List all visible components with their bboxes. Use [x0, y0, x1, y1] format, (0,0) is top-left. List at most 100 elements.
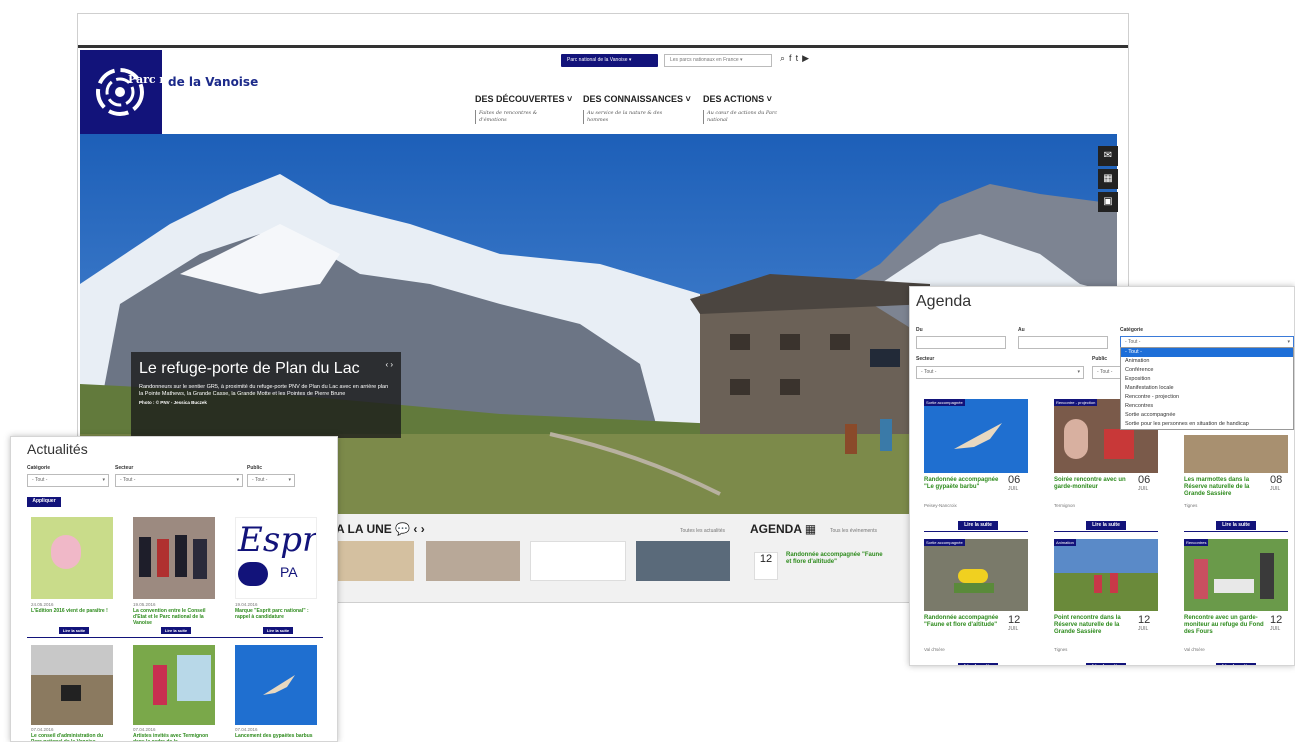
- event-date: 12 JUIL: [1138, 614, 1151, 633]
- read-more-button[interactable]: Lire la suite: [1086, 663, 1126, 665]
- read-more-button[interactable]: Lire la suite: [1086, 521, 1126, 530]
- news-title[interactable]: Le conseil d'administration du Parc nati…: [31, 733, 115, 741]
- news-date: 24.05.2016: [31, 602, 54, 607]
- news-thumb[interactable]: [636, 541, 730, 581]
- dropdown-option[interactable]: Conférence: [1121, 366, 1293, 375]
- event-title[interactable]: Randonnée accompagnée "Faune et flore d'…: [924, 615, 1000, 629]
- read-more-button[interactable]: Lire la suite: [161, 627, 191, 634]
- news-image[interactable]: Espr PA: [235, 517, 317, 599]
- bird-icon: [263, 675, 295, 695]
- youtube-icon[interactable]: ▶: [802, 53, 813, 63]
- agenda-item-title[interactable]: Randonnée accompagnée "Faune et flore d'…: [786, 552, 886, 566]
- news-image[interactable]: [31, 517, 113, 599]
- hero-title: Le refuge-porte de Plan du Lac: [139, 360, 360, 377]
- menu-decouvertes-sub: Faites de rencontres & d'émotions: [475, 110, 555, 124]
- event-tag: Rencontres: [1184, 539, 1209, 546]
- dropdown-option[interactable]: Sortie pour les personnes en situation d…: [1121, 420, 1293, 429]
- event-image[interactable]: [924, 539, 1028, 611]
- au-label: Au: [1018, 327, 1025, 333]
- news-title[interactable]: Lancement des gypaètes barbus: [235, 733, 319, 739]
- read-more-button[interactable]: Lire la suite: [1216, 521, 1256, 530]
- event-tag: Sortie accompagnée: [924, 539, 965, 546]
- gypaete-bird-icon: [954, 423, 1002, 449]
- event-date: 06 JUIL: [1138, 474, 1151, 493]
- news-title[interactable]: L'Edition 2016 vient de paraître !: [31, 608, 115, 614]
- filter-secteur-label: Secteur: [115, 465, 134, 471]
- search-icon[interactable]: ⌕: [780, 53, 789, 63]
- parc-selector-button[interactable]: Parc national de la Vanoise ▾: [561, 54, 658, 67]
- event-image[interactable]: [1184, 435, 1288, 473]
- news-image[interactable]: [133, 517, 215, 599]
- categorie-label: Catégorie: [1120, 327, 1144, 333]
- image-icon[interactable]: ▣: [1098, 192, 1118, 212]
- filter-public-select[interactable]: - Tout - ▾: [247, 474, 295, 487]
- slider-arrows-icon[interactable]: ‹ ›: [385, 360, 393, 369]
- read-more-button[interactable]: Lire la suite: [958, 521, 998, 530]
- news-thumb[interactable]: [530, 541, 626, 581]
- top-bar: [78, 14, 1128, 48]
- news-image[interactable]: [31, 645, 113, 725]
- news-date: 07.04.2016: [133, 727, 156, 732]
- au-input[interactable]: [1018, 336, 1108, 349]
- public-label: Public: [1092, 356, 1108, 362]
- news-title[interactable]: La convention entre le Conseil d'Etat et…: [133, 608, 217, 626]
- event-place: Val d'Isère: [1184, 647, 1205, 652]
- event-title[interactable]: Randonnée accompagnée "Le gypaète barbu": [924, 477, 1000, 491]
- secteur-select[interactable]: - Tout - ▾: [916, 366, 1084, 379]
- dropdown-option[interactable]: Rencontres: [1121, 402, 1293, 411]
- logo-text: Parc national: [128, 73, 162, 86]
- divider: [1054, 531, 1158, 532]
- news-thumb[interactable]: [426, 541, 520, 581]
- menu-actions[interactable]: DES ACTIONS ˅: [703, 94, 772, 104]
- public-select[interactable]: - Tout -: [1092, 366, 1122, 379]
- event-date: 12 JUIL: [1270, 614, 1283, 633]
- dropdown-option[interactable]: Animation: [1121, 357, 1293, 366]
- read-more-button[interactable]: Lire la suite: [1216, 663, 1256, 665]
- side-toolbar: ✉ ▦ ▣: [1098, 146, 1118, 215]
- event-date: 06 JUIL: [1008, 474, 1021, 493]
- toutes-actualites-link[interactable]: Toutes les actualités: [680, 528, 725, 534]
- event-title[interactable]: Rencontre avec un garde-moniteur au refu…: [1184, 615, 1264, 636]
- news-title[interactable]: Artistes invités avec Termignon dans la …: [133, 733, 217, 741]
- actualites-panel: Actualités Catégorie - Tout - ▾ Secteur -…: [10, 436, 338, 742]
- du-input[interactable]: [916, 336, 1006, 349]
- menu-connaissances[interactable]: DES CONNAISSANCES ˅: [583, 94, 691, 104]
- event-image[interactable]: [1184, 539, 1288, 611]
- filter-secteur-select[interactable]: - Tout - ▾: [115, 474, 243, 487]
- news-date: 07.04.2016: [235, 727, 258, 732]
- news-thumb[interactable]: [336, 541, 414, 581]
- calendar-icon[interactable]: ▦: [1098, 169, 1118, 189]
- agenda-panel: Agenda Du Au Catégorie - Tout - ▾ Secteur…: [909, 286, 1295, 666]
- read-more-button[interactable]: Lire la suite: [59, 627, 89, 634]
- filter-public-label: Public: [247, 465, 263, 471]
- parcs-france-select[interactable]: Les parcs nationaux en France ▾: [664, 54, 772, 67]
- event-title[interactable]: Soirée rencontre avec un garde-moniteur: [1054, 477, 1130, 491]
- social-links: ⌕ft▶: [780, 53, 813, 64]
- apply-button[interactable]: Appliquer: [27, 497, 61, 507]
- read-more-button[interactable]: Lire la suite: [263, 627, 293, 634]
- dropdown-option[interactable]: Rencontre - projection: [1121, 393, 1293, 402]
- menu-decouvertes[interactable]: DES DÉCOUVERTES ˅: [475, 94, 572, 104]
- dropdown-option[interactable]: Exposition: [1121, 375, 1293, 384]
- tous-evenements-link[interactable]: Tous les événements: [830, 528, 877, 534]
- dropdown-option[interactable]: Manifestation locale: [1121, 384, 1293, 393]
- categorie-dropdown[interactable]: - Tout - Animation Conférence Exposition…: [1120, 347, 1294, 430]
- logo[interactable]: Parc national: [80, 50, 162, 134]
- event-image[interactable]: [1054, 539, 1158, 611]
- dropdown-option[interactable]: Sortie accompagnée: [1121, 411, 1293, 420]
- chat-icon[interactable]: ✉: [1098, 146, 1118, 166]
- divider: [1184, 531, 1288, 532]
- news-date: 19.05.2016: [133, 602, 156, 607]
- read-more-button[interactable]: Lire la suite: [958, 663, 998, 665]
- event-place: Termignon: [1054, 503, 1076, 508]
- filter-categorie-select[interactable]: - Tout - ▾: [27, 474, 109, 487]
- news-title[interactable]: Marque "Esprit parc national" : rappel à…: [235, 608, 319, 620]
- news-image[interactable]: [133, 645, 215, 725]
- event-title[interactable]: Les marmottes dans la Réserve naturelle …: [1184, 477, 1264, 498]
- dropdown-option[interactable]: - Tout -: [1121, 348, 1293, 357]
- event-tag: Rencontre - projection: [1054, 399, 1098, 406]
- news-image[interactable]: [235, 645, 317, 725]
- comments-icon: 💬: [395, 522, 411, 536]
- event-image[interactable]: [924, 399, 1028, 473]
- event-title[interactable]: Point rencontre dans la Réserve naturell…: [1054, 615, 1130, 636]
